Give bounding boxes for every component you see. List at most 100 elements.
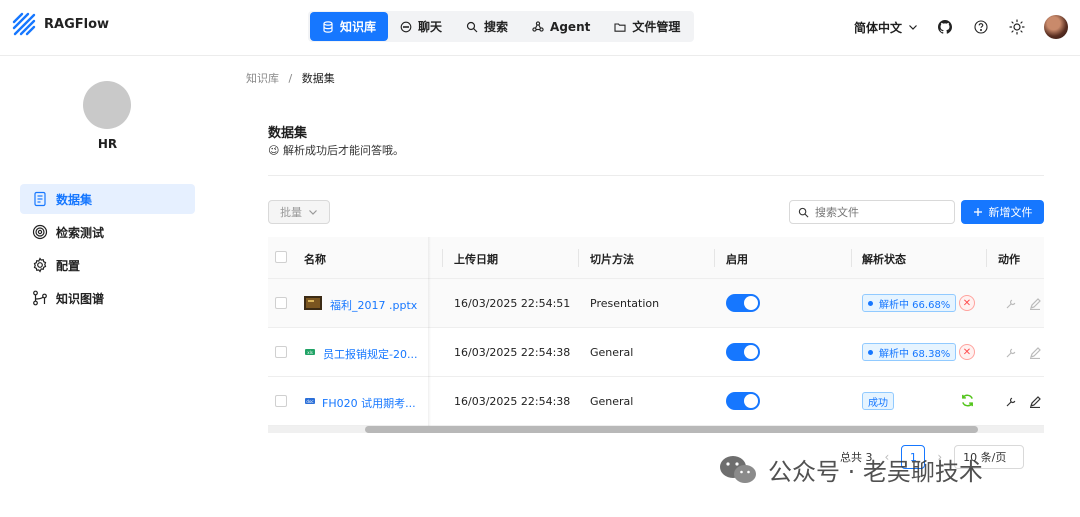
nav-file-management[interactable]: 文件管理 xyxy=(602,12,692,41)
row-checkbox[interactable] xyxy=(275,395,287,407)
github-icon[interactable] xyxy=(936,18,954,36)
chevron-down-icon xyxy=(909,25,917,30)
file-name-link[interactable]: 员工报销规定-20... xyxy=(323,346,417,362)
batch-button[interactable]: 批量 xyxy=(268,200,330,224)
column-header-name[interactable]: 名称 xyxy=(304,251,326,267)
table-row[interactable]: 福利_2017 .pptx 16/03/2025 22:54:51 Presen… xyxy=(268,279,1044,328)
batch-label: 批量 xyxy=(280,206,302,219)
column-separator xyxy=(578,249,579,267)
document-icon xyxy=(34,191,46,207)
add-file-label: 新增文件 xyxy=(988,206,1033,219)
breadcrumb-current: 数据集 xyxy=(301,72,335,85)
nav-chat[interactable]: 聊天 xyxy=(388,12,454,41)
parse-status-badge: 解析中 66.68% xyxy=(862,294,957,312)
column-header-parse-status[interactable]: 解析状态 xyxy=(862,251,906,267)
main-nav: 知识库 聊天 搜索 Agent 文件管理 xyxy=(308,11,695,42)
xlsx-file-icon: xls xyxy=(305,349,315,355)
ragflow-logo-icon xyxy=(12,12,36,36)
column-separator xyxy=(714,249,715,267)
sidebar-menu: 数据集 检索测试 配置 知识图谱 xyxy=(20,184,195,316)
edit-icon[interactable] xyxy=(1029,298,1041,310)
table-row[interactable]: doc FH020 试用期考... 16/03/2025 22:54:38 Ge… xyxy=(268,377,1044,426)
wechat-logo-icon xyxy=(720,455,756,483)
edit-icon[interactable] xyxy=(1029,347,1041,359)
sidebar-item-label: 知识图谱 xyxy=(56,291,105,306)
graph-icon xyxy=(33,290,47,306)
breadcrumb-separator: / xyxy=(288,72,293,85)
language-select[interactable]: 简体中文 xyxy=(854,19,918,36)
enable-toggle[interactable] xyxy=(726,392,760,410)
sidebar: HR 数据集 检索测试 配置 知识图谱 xyxy=(0,57,215,517)
database-icon xyxy=(323,20,333,33)
docx-file-icon: doc xyxy=(305,398,315,404)
svg-text:doc: doc xyxy=(306,399,313,404)
nav-label: 知识库 xyxy=(340,20,377,34)
column-header-enabled[interactable]: 启用 xyxy=(726,251,748,267)
help-icon[interactable] xyxy=(972,18,990,36)
agent-icon xyxy=(532,20,544,32)
column-separator xyxy=(986,249,987,267)
cancel-parse-button[interactable]: ✕ xyxy=(959,344,975,360)
parse-status-badge: 解析中 68.38% xyxy=(862,343,957,361)
nav-agent[interactable]: Agent xyxy=(520,12,602,41)
chunk-method[interactable]: Presentation xyxy=(590,297,659,310)
search-input[interactable] xyxy=(815,205,945,219)
top-bar: RAGFlow 知识库 聊天 搜索 Agent 文件管理 简体中文 xyxy=(0,0,1080,56)
app-name: RAGFlow xyxy=(44,16,110,32)
header-tools: 简体中文 xyxy=(854,15,1068,39)
sidebar-item-label: 数据集 xyxy=(56,192,93,207)
watermark-text: 公众号 · 老吴聊技术 xyxy=(768,458,983,486)
refresh-icon[interactable] xyxy=(960,393,975,408)
sidebar-item-label: 配置 xyxy=(56,258,81,273)
gear-icon xyxy=(33,257,47,273)
enable-toggle[interactable] xyxy=(726,343,760,361)
add-file-button[interactable]: 新增文件 xyxy=(961,200,1044,224)
table-row[interactable]: xls 员工报销规定-20... 16/03/2025 22:54:38 Gen… xyxy=(268,328,1044,377)
user-avatar[interactable] xyxy=(1044,15,1068,39)
app-logo[interactable]: RAGFlow xyxy=(12,12,109,36)
nav-knowledge-base[interactable]: 知识库 xyxy=(310,12,389,41)
enable-toggle[interactable] xyxy=(726,294,760,312)
wrench-icon[interactable] xyxy=(1005,347,1017,359)
sidebar-item-retrieval-test[interactable]: 检索测试 xyxy=(20,217,195,247)
column-header-chunk-method[interactable]: 切片方法 xyxy=(590,251,634,267)
nav-label: 文件管理 xyxy=(632,20,681,34)
column-separator xyxy=(442,249,443,267)
divider xyxy=(268,175,1044,176)
chunk-method[interactable]: General xyxy=(590,395,633,408)
wrench-icon[interactable] xyxy=(1005,298,1017,310)
sidebar-item-knowledge-graph[interactable]: 知识图谱 xyxy=(20,283,195,313)
breadcrumb-root[interactable]: 知识库 xyxy=(246,72,279,85)
folder-icon xyxy=(614,22,626,32)
close-icon: ✕ xyxy=(962,346,972,358)
sidebar-item-configuration[interactable]: 配置 xyxy=(20,250,195,280)
table-header: 名称 上传日期 切片方法 启用 解析状态 动作 xyxy=(268,237,1044,279)
status-dot xyxy=(868,300,873,306)
parse-status-text: 成功 xyxy=(868,397,888,409)
row-checkbox[interactable] xyxy=(275,346,287,358)
chunk-method[interactable]: General xyxy=(590,346,633,359)
nav-label: Agent xyxy=(550,19,591,34)
sidebar-item-dataset[interactable]: 数据集 xyxy=(20,184,195,214)
nav-search[interactable]: 搜索 xyxy=(454,12,520,41)
upload-date: 16/03/2025 22:54:51 xyxy=(454,297,571,310)
theme-sun-icon[interactable] xyxy=(1008,18,1026,36)
target-icon xyxy=(32,224,48,240)
horizontal-scrollbar[interactable] xyxy=(268,426,1044,433)
nav-label: 聊天 xyxy=(418,20,443,34)
select-all-checkbox[interactable] xyxy=(275,251,287,263)
parse-status-badge: 成功 xyxy=(862,392,894,410)
file-name-link[interactable]: FH020 试用期考... xyxy=(322,395,416,411)
scrollbar-thumb[interactable] xyxy=(365,426,978,433)
search-field[interactable] xyxy=(789,200,955,224)
sidebar-item-label: 检索测试 xyxy=(56,225,105,240)
edit-icon[interactable] xyxy=(1029,396,1041,408)
cancel-parse-button[interactable]: ✕ xyxy=(959,295,975,311)
page-title: 数据集 xyxy=(268,126,308,141)
wrench-icon[interactable] xyxy=(1005,396,1017,408)
row-checkbox[interactable] xyxy=(275,297,287,309)
file-name-link[interactable]: 福利_2017 .pptx xyxy=(330,297,417,313)
close-icon: ✕ xyxy=(962,297,972,309)
column-header-upload-date[interactable]: 上传日期 xyxy=(454,251,498,267)
breadcrumb: 知识库 / 数据集 xyxy=(246,70,335,86)
